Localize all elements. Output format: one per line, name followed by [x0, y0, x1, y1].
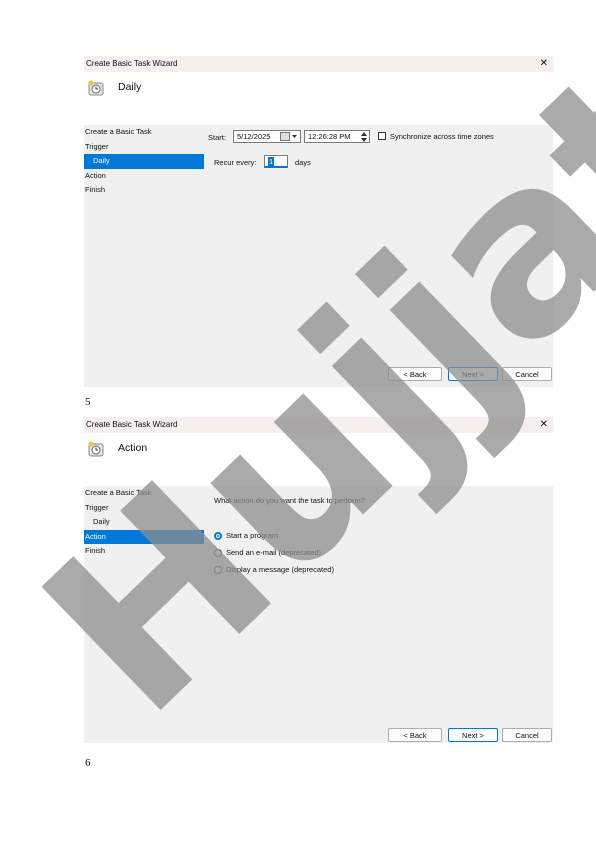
wizard-body: Create a Basic Task Trigger Daily Action Fin…: [84, 125, 553, 387]
close-icon[interactable]: ✕: [540, 56, 548, 72]
recur-days-value: 1: [268, 157, 275, 166]
wizard-step-item[interactable]: Action: [84, 169, 204, 184]
cancel-button[interactable]: Cancel: [502, 367, 552, 381]
wizard-step-item[interactable]: Create a Basic Task: [84, 125, 204, 140]
page-title: Action: [118, 442, 148, 454]
wizard-step-item[interactable]: Daily: [84, 515, 204, 530]
back-button[interactable]: < Back: [388, 728, 442, 742]
cancel-button[interactable]: Cancel: [502, 728, 552, 742]
wizard-step-item[interactable]: Finish: [84, 544, 204, 559]
start-time-value: 12:26:28 PM: [308, 132, 351, 141]
start-label: Start:: [208, 133, 226, 142]
action-option-radio[interactable]: [214, 532, 222, 540]
trigger-settings: Start: 5/12/2025 12:26:28 PM Synchronize…: [208, 125, 553, 387]
task-scheduler-icon: [88, 80, 104, 96]
page-title: Daily: [118, 81, 142, 93]
next-button[interactable]: Next >: [448, 367, 498, 381]
window-title: Create Basic Task Wizard: [86, 59, 178, 68]
back-button[interactable]: < Back: [388, 367, 442, 381]
start-time-field[interactable]: 12:26:28 PM: [304, 130, 370, 143]
action-option-radio[interactable]: [214, 549, 222, 557]
calendar-dropdown-icon[interactable]: [280, 132, 298, 141]
wizard-step-list: Create a Basic Task Trigger Daily Action Fin…: [84, 486, 204, 559]
start-date-picker[interactable]: 5/12/2025: [233, 130, 301, 143]
window-title: Create Basic Task Wizard: [86, 420, 178, 429]
wizard-step-list: Create a Basic Task Trigger Daily Action Fin…: [84, 125, 204, 198]
wizard-step-item[interactable]: Trigger: [84, 501, 204, 516]
page-number: 5: [85, 396, 91, 408]
action-option-label[interactable]: Send an e-mail (deprecated): [226, 548, 321, 557]
start-date-value: 5/12/2025: [237, 132, 271, 141]
wizard-header: Action: [84, 433, 553, 486]
action-settings: What action do you want the task to perf…: [214, 486, 553, 743]
wizard-body: Create a Basic Task Trigger Daily Action Fin…: [84, 486, 553, 743]
wizard-step-item[interactable]: Create a Basic Task: [84, 486, 204, 501]
time-spinner-icon[interactable]: [361, 132, 367, 142]
wizard-step-item[interactable]: Trigger: [84, 140, 204, 155]
wizard-step-item[interactable]: Finish: [84, 183, 204, 198]
recur-label: Recur every:: [214, 158, 257, 167]
sync-timezones-label: Synchronize across time zones: [390, 132, 494, 141]
title-bar: Create Basic Task Wizard ✕: [84, 56, 553, 72]
action-option-label[interactable]: Start a program: [226, 531, 278, 540]
wizard-step-item[interactable]: Action: [84, 529, 204, 544]
sync-timezones-checkbox[interactable]: [378, 132, 386, 140]
wizard-step-item[interactable]: Daily: [84, 154, 204, 169]
wizard-header: Daily: [84, 72, 553, 125]
days-label: days: [295, 158, 311, 167]
action-question: What action do you want the task to perf…: [214, 496, 365, 505]
action-option-label[interactable]: Display a message (deprecated): [226, 565, 334, 574]
close-icon[interactable]: ✕: [540, 417, 548, 433]
title-bar: Create Basic Task Wizard ✕: [84, 417, 553, 433]
next-button[interactable]: Next >: [448, 728, 498, 742]
recur-days-input[interactable]: 1: [264, 155, 288, 168]
task-scheduler-icon: [88, 441, 104, 457]
page-number: 6: [85, 757, 91, 769]
action-option-radio[interactable]: [214, 566, 222, 574]
